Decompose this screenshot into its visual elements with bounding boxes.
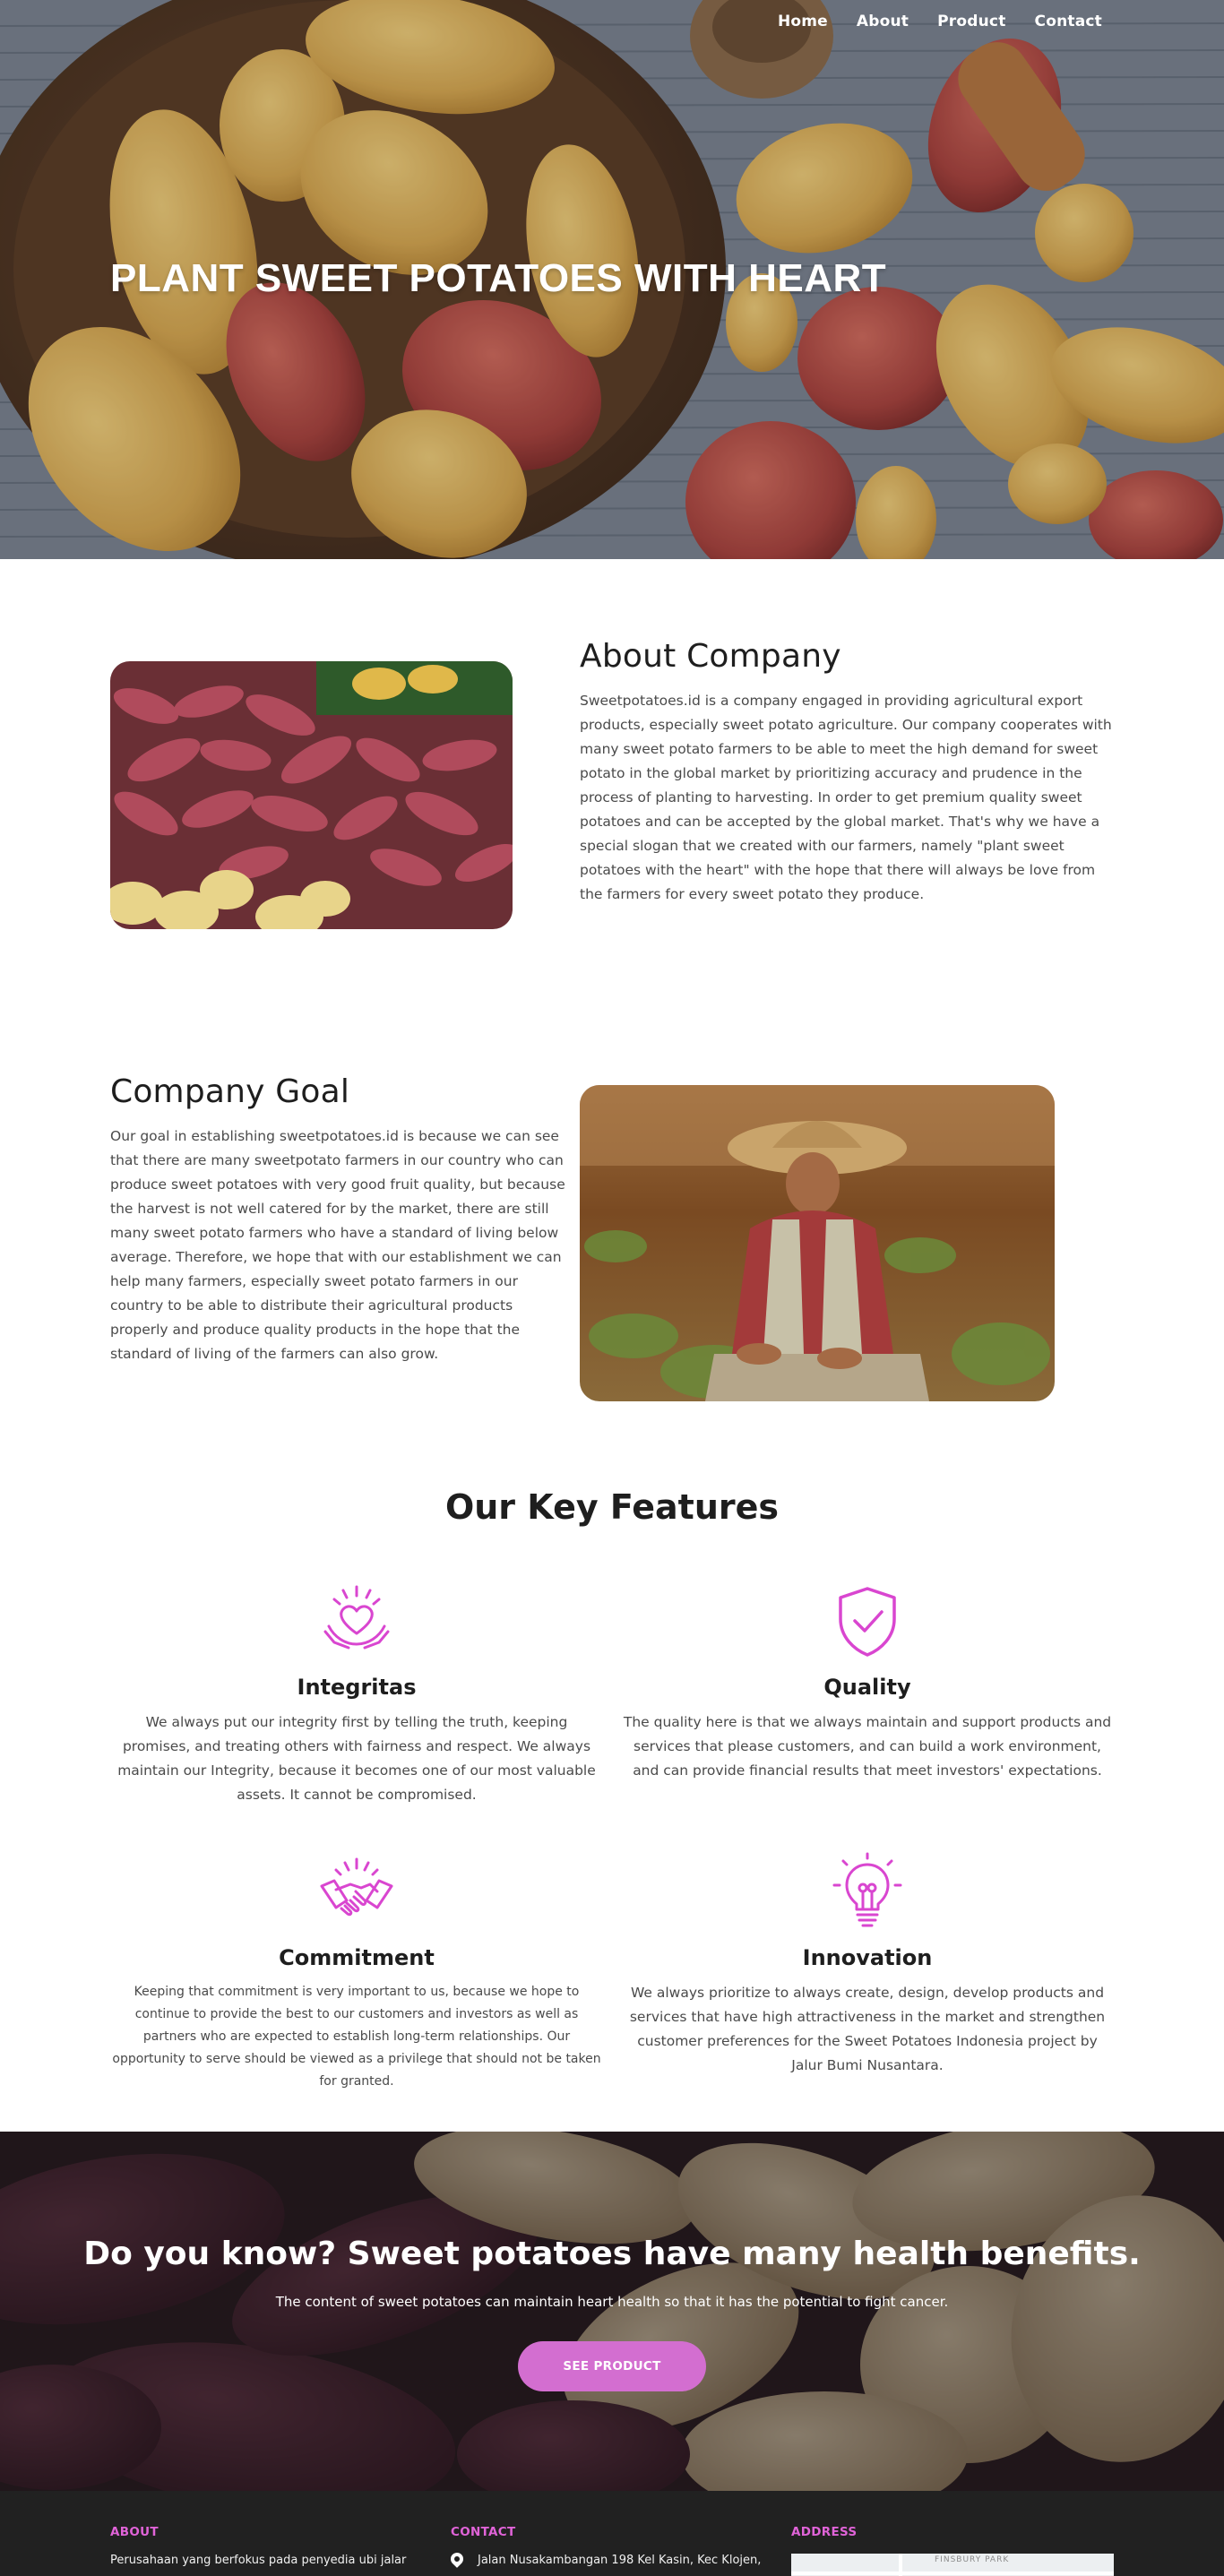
feature-integritas-text: We always put our integrity first by tel…: [117, 1714, 596, 1803]
cta-subtitle: The content of sweet potatoes can mainta…: [275, 2294, 949, 2310]
nav-contact-link[interactable]: Contact: [1035, 13, 1102, 30]
feature-commitment: Commitment Keeping that commitment is ve…: [110, 1852, 603, 2093]
map-road: [899, 2554, 902, 2576]
feature-innovation-text: We always prioritize to always create, d…: [629, 1985, 1106, 2073]
footer-about-column: ABOUT Perusahaan yang berfokus pada peny…: [110, 2525, 415, 2570]
about-image: [110, 661, 513, 929]
shield-check-icon: [839, 1587, 896, 1657]
footer-address-heading: ADDRESS: [791, 2525, 858, 2539]
footer-contact-heading: CONTACT: [451, 2525, 516, 2539]
feature-quality-text: The quality here is that we always maint…: [623, 1714, 1112, 1779]
lightbulb-icon: [832, 1852, 902, 1927]
feature-integritas: Integritas We always put our integrity f…: [110, 1581, 603, 1807]
location-pin-icon: [448, 2550, 466, 2568]
cta-overlay: [0, 2132, 1224, 2491]
footer-about-text: Perusahaan yang berfokus pada penyedia u…: [110, 2554, 407, 2567]
goal-title: Company Goal: [110, 1073, 350, 1110]
about-text: Sweetpotatoes.id is a company engaged in…: [580, 693, 1112, 902]
about-section: About Company Sweetpotatoes.id is a comp…: [580, 638, 1117, 907]
footer: ABOUT Perusahaan yang berfokus pada peny…: [0, 2491, 1224, 2576]
feature-innovation: Innovation We always prioritize to alway…: [621, 1852, 1114, 2078]
feature-commitment-text: Keeping that commitment is very importan…: [112, 1985, 601, 2089]
feature-commitment-title: Commitment: [279, 1945, 435, 1970]
footer-contact-column: CONTACT Jalan Nusakambangan 198 Kel Kasi…: [448, 2525, 773, 2570]
footer-contact-address: Jalan Nusakambangan 198 Kel Kasin, Kec K…: [448, 2550, 773, 2570]
goal-section: Company Goal Our goal in establishing sw…: [110, 1073, 567, 1366]
features-title-bold: Key Features: [527, 1487, 780, 1527]
hero-title: PLANT SWEET POTATOES WITH HEART: [110, 256, 887, 300]
feature-integritas-title: Integritas: [297, 1675, 417, 1700]
map-road: [791, 2572, 1114, 2575]
goal-text: Our goal in establishing sweetpotatoes.i…: [110, 1128, 565, 1362]
handshake-icon: [320, 1857, 393, 1917]
hero-section: Home About Product Contact PLANT SWEET P…: [0, 0, 1224, 559]
heart-hands-icon: [323, 1585, 390, 1650]
about-title: About Company: [580, 638, 841, 675]
footer-contact-address-text: Jalan Nusakambangan 198 Kel Kasin, Kec K…: [478, 2554, 762, 2567]
feature-quality: Quality The quality here is that we alwa…: [621, 1581, 1114, 1783]
feature-innovation-title: Innovation: [802, 1945, 933, 1970]
footer-about-heading: ABOUT: [110, 2525, 159, 2539]
footer-address-column: ADDRESS: [791, 2525, 1114, 2552]
address-map[interactable]: FINSBURY PARK: [791, 2554, 1114, 2576]
farmer-image: [580, 1085, 1055, 1401]
cta-title: Do you know? Sweet potatoes have many he…: [83, 2236, 1141, 2272]
features-title-prefix: Our: [444, 1487, 516, 1527]
see-product-button[interactable]: SEE PRODUCT: [518, 2341, 706, 2391]
main-nav: Home About Product Contact: [778, 13, 1102, 30]
map-label: FINSBURY PARK: [935, 2555, 1010, 2564]
features-title: Our Key Features: [0, 1487, 1224, 1527]
nav-about-link[interactable]: About: [857, 13, 909, 30]
feature-quality-title: Quality: [823, 1675, 911, 1700]
nav-product-link[interactable]: Product: [937, 13, 1005, 30]
health-benefits-section: Do you know? Sweet potatoes have many he…: [0, 2132, 1224, 2491]
nav-home-link[interactable]: Home: [778, 13, 828, 30]
